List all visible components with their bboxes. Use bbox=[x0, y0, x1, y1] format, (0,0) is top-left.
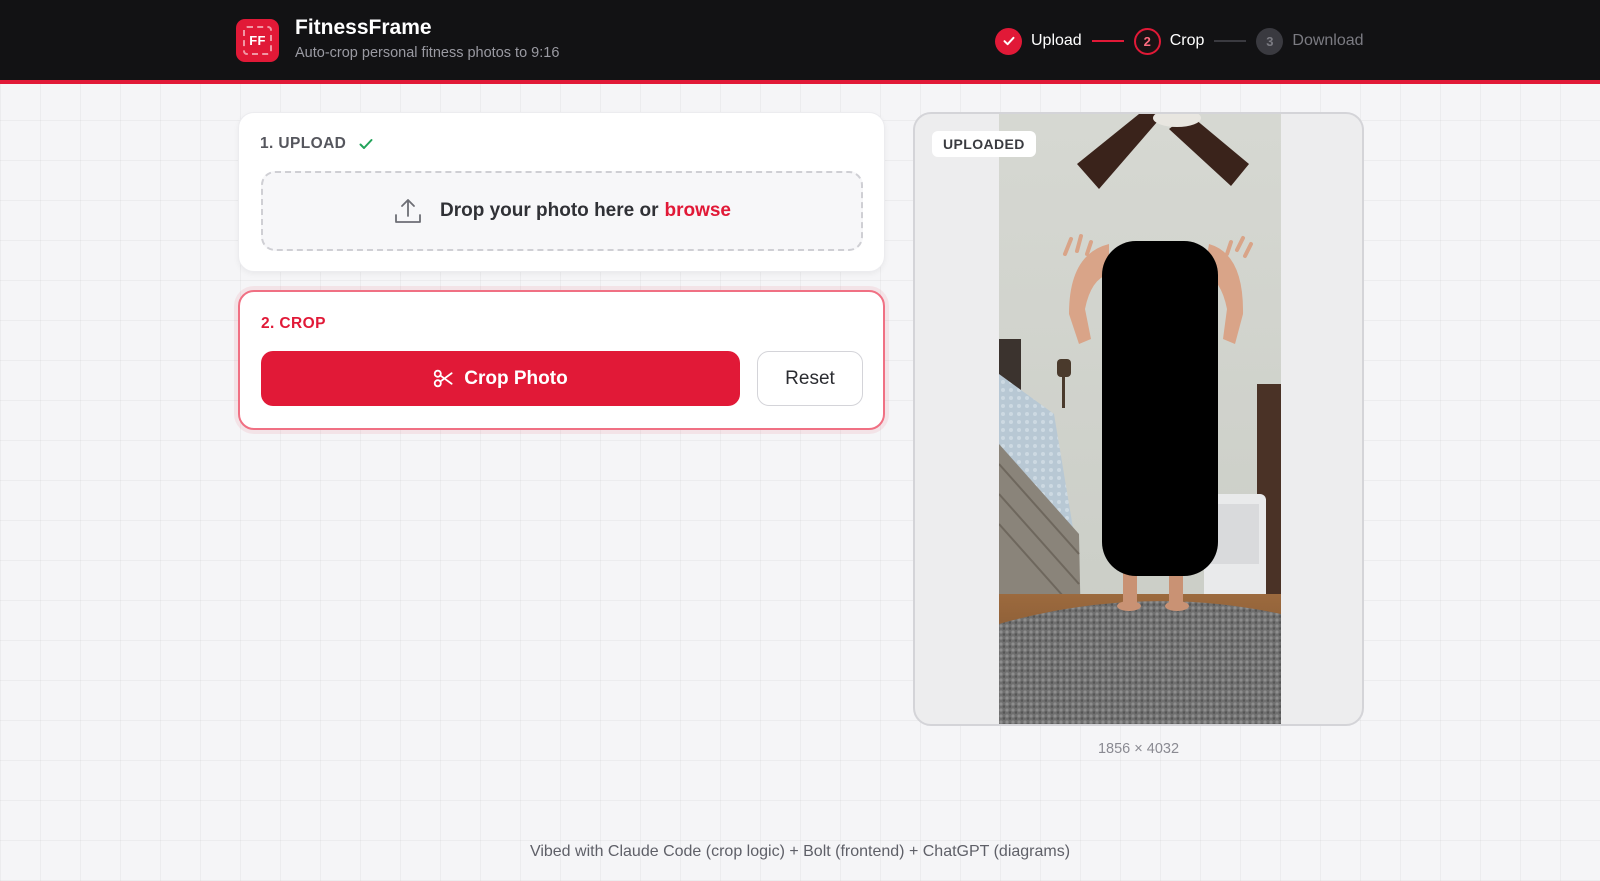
crop-heading: 2. CROP bbox=[261, 315, 326, 333]
progress-steps: Upload 2 Crop 3 Download bbox=[995, 26, 1364, 56]
reset-button[interactable]: Reset bbox=[757, 351, 863, 406]
step-number: 2 bbox=[1133, 27, 1161, 55]
logo-text: FF bbox=[249, 33, 266, 48]
crop-photo-button[interactable]: Crop Photo bbox=[261, 351, 740, 406]
uploaded-photo bbox=[999, 114, 1281, 724]
footer-credits: Vibed with Claude Code (crop logic) + Bo… bbox=[529, 843, 1071, 860]
app-header: FF FitnessFrame Auto-crop personal fitne… bbox=[0, 0, 1600, 84]
upload-card: 1. UPLOAD Drop your photo here or browse bbox=[238, 112, 885, 272]
crop-button-label: Crop Photo bbox=[464, 367, 568, 389]
app-logo: FF bbox=[236, 19, 279, 62]
image-dimensions: 1856 × 4032 bbox=[1097, 741, 1180, 757]
photo-preview: UPLOADED bbox=[913, 112, 1364, 726]
step-upload: Upload bbox=[995, 27, 1082, 55]
app-title: FitnessFrame bbox=[295, 16, 432, 39]
step-label: Upload bbox=[1031, 32, 1082, 49]
step-download: 3 Download bbox=[1256, 27, 1364, 55]
upload-icon bbox=[395, 199, 421, 223]
step-crop: 2 Crop bbox=[1133, 27, 1205, 55]
scissors-icon bbox=[434, 369, 453, 388]
crop-card: 2. CROP Crop Photo Reset bbox=[238, 290, 885, 430]
step-label: Download bbox=[1292, 32, 1364, 49]
upload-heading: 1. UPLOAD bbox=[260, 135, 374, 153]
preview-status-badge: UPLOADED bbox=[932, 131, 1036, 157]
upload-heading-text: 1. UPLOAD bbox=[260, 135, 347, 152]
crop-heading-text: 2. CROP bbox=[261, 315, 326, 332]
step-number: 3 bbox=[1256, 27, 1284, 55]
check-icon bbox=[1003, 36, 1014, 46]
step-connector bbox=[1214, 40, 1247, 42]
app-subtitle: Auto-crop personal fitness photos to 9:1… bbox=[295, 45, 560, 61]
dropzone-text: Drop your photo here or bbox=[439, 200, 659, 221]
step-label: Crop bbox=[1169, 32, 1205, 49]
browse-link[interactable]: browse bbox=[664, 200, 731, 222]
step-connector bbox=[1091, 40, 1124, 42]
check-icon bbox=[359, 139, 373, 149]
photo-image bbox=[999, 114, 1281, 724]
photo-dropzone[interactable]: Drop your photo here or browse bbox=[261, 171, 863, 251]
step-done-icon bbox=[995, 27, 1022, 55]
